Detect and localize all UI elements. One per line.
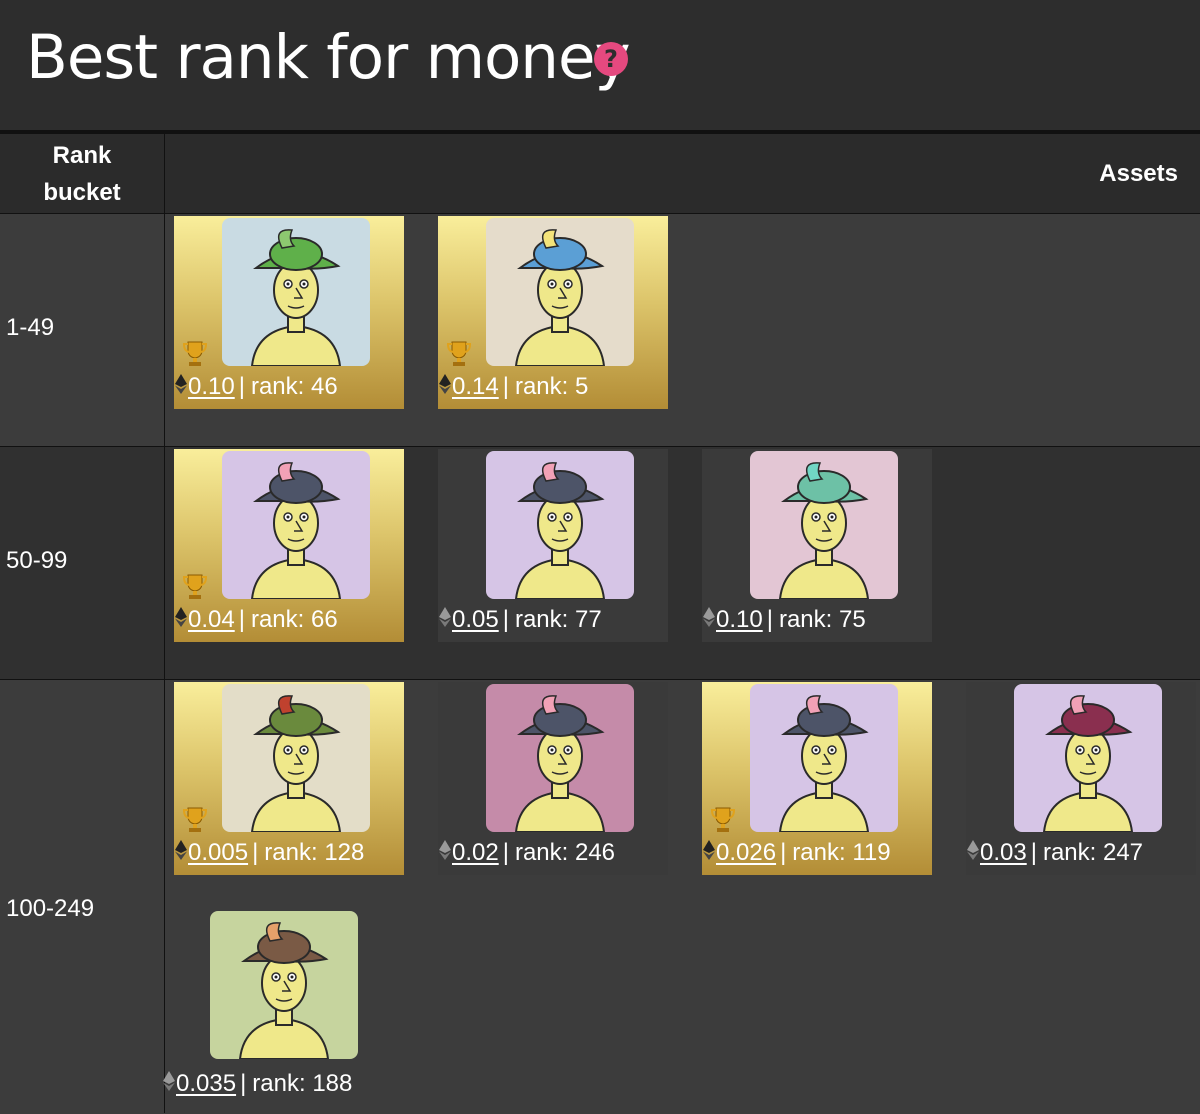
ethereum-icon — [702, 839, 716, 868]
asset-thumbnail[interactable] — [486, 684, 634, 832]
caption-separator: | — [502, 373, 509, 400]
asset-caption: 0.10 | rank: 75 — [702, 605, 866, 635]
column-header-rank-bucket: Rank bucket — [43, 141, 121, 206]
asset-card[interactable]: 0.035 | rank: 188 — [162, 909, 392, 1102]
asset-price-link[interactable]: 0.005 — [188, 839, 248, 867]
ethereum-icon — [174, 373, 188, 402]
ethereum-icon — [438, 373, 452, 402]
asset-rank-label: rank: 128 — [264, 839, 365, 866]
caption-separator: | — [780, 839, 787, 866]
asset-rank-label: rank: 188 — [252, 1070, 353, 1097]
asset-rank-label: rank: 5 — [514, 373, 589, 400]
asset-thumbnail[interactable] — [750, 451, 898, 599]
caption-separator: | — [1030, 839, 1037, 866]
ethereum-icon — [438, 606, 452, 635]
asset-card[interactable]: 0.10 | rank: 46 — [174, 216, 404, 409]
asset-thumbnail[interactable] — [486, 218, 634, 366]
asset-thumbnail[interactable] — [210, 911, 358, 1059]
asset-thumbnail[interactable] — [222, 218, 370, 366]
caption-separator: | — [252, 839, 259, 866]
asset-card[interactable]: 0.03 | rank: 247 — [966, 682, 1196, 875]
asset-card[interactable]: 0.05 | rank: 77 — [438, 449, 668, 642]
asset-caption: 0.05 | rank: 77 — [438, 605, 602, 635]
asset-rank-label: rank: 46 — [250, 373, 338, 400]
ethereum-icon — [438, 839, 452, 868]
caption-separator: | — [502, 839, 509, 866]
asset-price-link[interactable]: 0.03 — [980, 839, 1027, 867]
trophy-icon — [182, 806, 208, 834]
ethereum-icon — [702, 606, 716, 635]
asset-rank-label: rank: 119 — [792, 839, 891, 866]
asset-rank-label: rank: 75 — [778, 606, 866, 633]
trophy-icon — [182, 340, 208, 368]
asset-caption: 0.10 | rank: 46 — [174, 372, 338, 402]
asset-rank-label: rank: 247 — [1042, 839, 1144, 866]
rank-bucket-label: 50-99 — [6, 547, 68, 574]
asset-caption: 0.02 | rank: 246 — [438, 838, 615, 868]
ethereum-icon — [162, 1070, 176, 1099]
asset-card[interactable]: 0.02 | rank: 246 — [438, 682, 668, 875]
page-header: Best rank for money ? — [0, 0, 1200, 130]
column-header-assets: Assets — [1099, 159, 1178, 187]
trophy-icon — [710, 806, 736, 834]
asset-price-link[interactable]: 0.14 — [452, 373, 499, 401]
question-circle-icon[interactable]: ? — [594, 42, 628, 76]
ethereum-icon — [966, 839, 980, 868]
ethereum-icon — [174, 839, 188, 868]
asset-thumbnail[interactable] — [486, 451, 634, 599]
asset-price-link[interactable]: 0.02 — [452, 839, 499, 867]
asset-caption: 0.04 | rank: 66 — [174, 605, 338, 635]
asset-card[interactable]: 0.10 | rank: 75 — [702, 449, 932, 642]
caption-separator: | — [238, 606, 245, 633]
asset-caption: 0.026 | rank: 119 — [702, 838, 891, 868]
caption-separator: | — [766, 606, 773, 633]
asset-price-link[interactable]: 0.04 — [188, 606, 235, 634]
asset-price-link[interactable]: 0.05 — [452, 606, 499, 634]
asset-price-link[interactable]: 0.026 — [716, 839, 776, 867]
asset-thumbnail[interactable] — [1014, 684, 1162, 832]
asset-card[interactable]: 0.005 | rank: 128 — [174, 682, 404, 875]
caption-separator: | — [240, 1070, 247, 1097]
asset-caption: 0.14 | rank: 5 — [438, 372, 588, 402]
asset-caption: 0.035 | rank: 188 — [162, 1069, 352, 1099]
asset-card[interactable]: 0.14 | rank: 5 — [438, 216, 668, 409]
caption-separator: | — [502, 606, 509, 633]
ethereum-icon — [174, 606, 188, 635]
asset-price-link[interactable]: 0.035 — [176, 1070, 236, 1098]
asset-price-link[interactable]: 0.10 — [716, 606, 763, 634]
rank-bucket-label: 1-49 — [6, 314, 55, 341]
asset-thumbnail[interactable] — [222, 684, 370, 832]
asset-rank-label: rank: 77 — [514, 606, 602, 633]
asset-card[interactable]: 0.04 | rank: 66 — [174, 449, 404, 642]
asset-card[interactable]: 0.026 | rank: 119 — [702, 682, 932, 875]
asset-caption: 0.005 | rank: 128 — [174, 838, 364, 868]
trophy-icon — [182, 573, 208, 601]
trophy-icon — [446, 340, 472, 368]
asset-price-link[interactable]: 0.10 — [188, 373, 235, 401]
asset-rank-label: rank: 66 — [250, 606, 338, 633]
asset-rank-label: rank: 246 — [514, 839, 616, 866]
page-title: Best rank for money — [26, 22, 631, 93]
asset-thumbnail[interactable] — [222, 451, 370, 599]
rank-bucket-label: 100-249 — [6, 895, 95, 922]
table-header: Rank bucket Assets — [0, 134, 1200, 213]
asset-caption: 0.03 | rank: 247 — [966, 838, 1143, 868]
asset-thumbnail[interactable] — [750, 684, 898, 832]
caption-separator: | — [238, 373, 245, 400]
